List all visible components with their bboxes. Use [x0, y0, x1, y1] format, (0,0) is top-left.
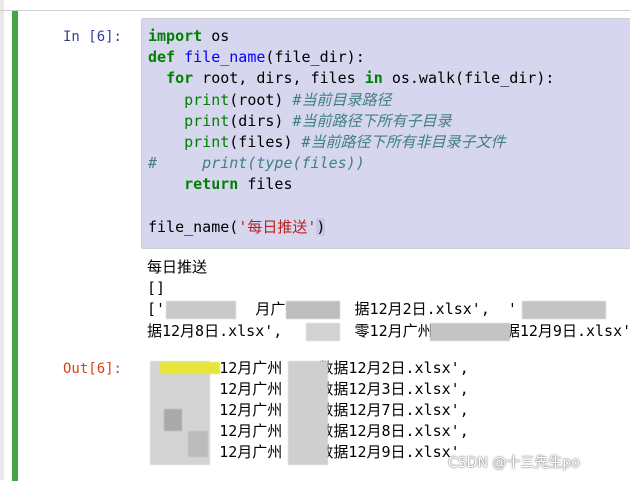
stdout-line-1: 每日推送: [147, 258, 208, 276]
notebook-code-cell[interactable]: In [6]: import os def file_name(file_dir…: [0, 10, 630, 481]
redaction-highlight: [160, 362, 220, 374]
redaction-block: [286, 301, 340, 319]
code-line-3: for root, dirs, files in os.walk(file_di…: [166, 69, 555, 87]
redaction-block: [522, 301, 606, 319]
code-line-1: import os: [148, 27, 230, 45]
code-line-6: print(files) #当前路径下所有非目录子文件: [184, 133, 506, 151]
code-line-7: # print(type(files)): [148, 154, 365, 172]
code-line-4: print(root) #当前目录路径: [184, 91, 392, 109]
redaction-block: [188, 431, 208, 457]
cell-selected-indicator: [12, 11, 18, 481]
stdout-line-4: 据12月8日.xlsx', 零12月广州 据12月9日.xlsx']: [147, 322, 630, 340]
redaction-block: [164, 409, 182, 431]
input-prompt: In [6]:: [62, 29, 122, 45]
redaction-block: [288, 361, 328, 465]
code-editor[interactable]: import os def file_name(file_dir): for r…: [141, 18, 630, 249]
code-line-8: return files: [184, 175, 293, 193]
csdn-watermark: CSDN @十三先生po: [448, 455, 580, 471]
redaction-block: [166, 301, 236, 319]
stdout-line-2: []: [147, 279, 166, 297]
redaction-block: [430, 323, 510, 341]
code-line-2: def file_name(file_dir):: [148, 48, 365, 66]
output-prompt: Out[6]:: [62, 361, 122, 377]
code-line-5: print(dirs) #当前路径下所有子目录: [184, 112, 452, 130]
code-line-10: file_name('每日推送'): [148, 218, 326, 236]
redaction-block: [306, 323, 340, 341]
